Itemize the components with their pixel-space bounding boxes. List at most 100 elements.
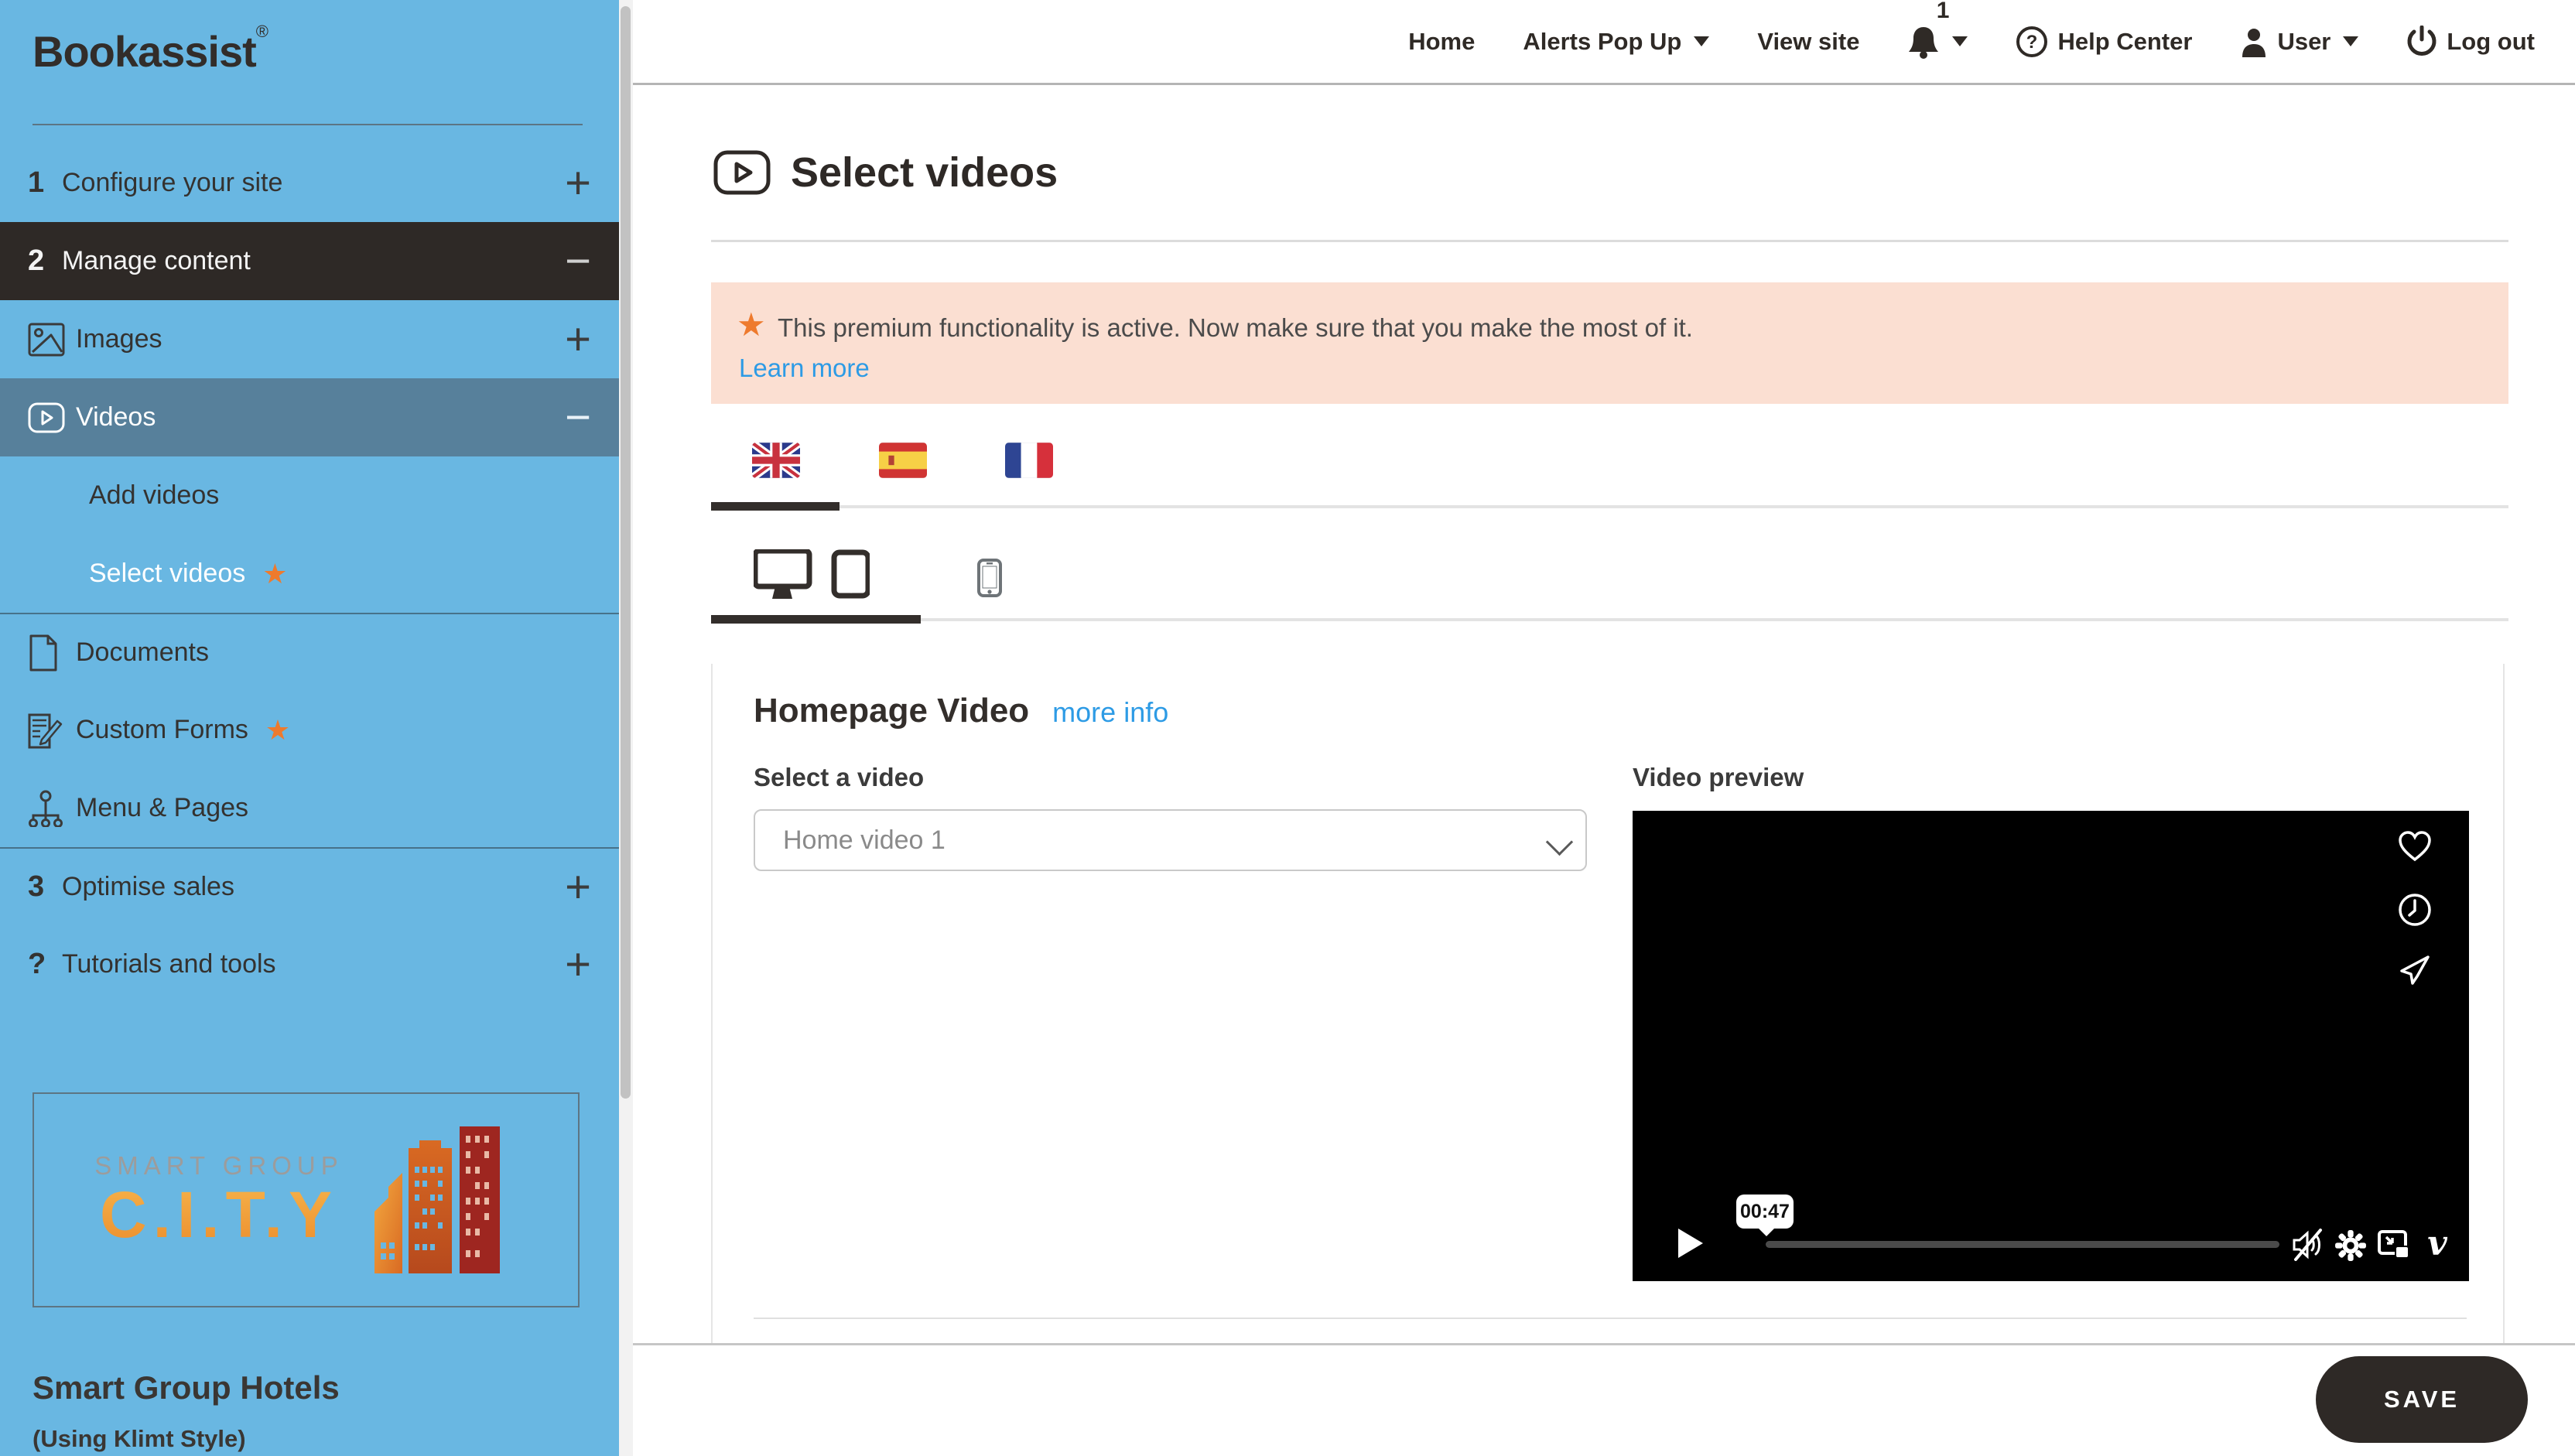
sidebar-item-label: Manage content (62, 246, 565, 276)
like-heart-icon[interactable] (2397, 830, 2433, 864)
progress-bar[interactable] (1766, 1241, 2279, 1248)
sidebar-item-label: Optimise sales (62, 872, 565, 902)
desktop-icon (755, 551, 809, 599)
plus-icon[interactable]: + (565, 942, 591, 987)
svg-text:v: v (2427, 1229, 2447, 1261)
sidebar-item-label: Select videos (89, 559, 245, 589)
video-player[interactable]: 00:47 (1633, 811, 2469, 1281)
minus-icon[interactable]: − (565, 239, 591, 284)
document-icon (28, 634, 76, 672)
nav-label: View site (1757, 28, 1859, 56)
nav-user-menu[interactable]: User (2240, 26, 2358, 57)
nav-view-site[interactable]: View site (1757, 28, 1859, 56)
nav-help-center[interactable]: ? Help Center (2016, 26, 2192, 58)
settings-gear-icon[interactable] (2334, 1229, 2367, 1262)
sidebar-item-videos[interactable]: Videos − (0, 378, 619, 456)
device-tab-active-indicator (711, 615, 921, 624)
sidebar-item-label: Images (76, 324, 565, 354)
brand-divider (32, 124, 583, 125)
play-button[interactable] (1677, 1227, 1705, 1259)
plus-icon[interactable]: + (565, 317, 591, 362)
sidebar-item-images[interactable]: Images + (0, 300, 619, 378)
nav-label: Log out (2447, 28, 2535, 56)
city-buildings-graphic (374, 1126, 518, 1273)
chevron-down-icon (1694, 36, 1709, 46)
save-button[interactable]: SAVE (2316, 1356, 2528, 1443)
premium-star-icon: ★ (262, 558, 287, 590)
item-number: ? (28, 948, 62, 981)
video-select-dropdown[interactable]: Home video 1 (754, 809, 1587, 871)
nav-logout[interactable]: Log out (2406, 26, 2535, 58)
sidebar-item-label: Menu & Pages (76, 793, 591, 823)
sidebar-item-select-videos[interactable]: Select videos ★ (0, 535, 619, 613)
sidebar-item-label: Documents (76, 637, 591, 668)
nav-label: Home (1408, 28, 1475, 56)
video-play-icon (713, 150, 771, 195)
images-icon (28, 323, 76, 357)
sidebar-item-label: Videos (76, 402, 565, 432)
french-flag (1005, 443, 1053, 478)
language-tab-french[interactable] (1005, 443, 1053, 478)
nav-notifications[interactable]: 1 (1907, 24, 1968, 60)
nav-label: User (2277, 28, 2330, 56)
bookassist-admin-page: Bookassist® 1 Configure your site + 2 Ma… (0, 0, 2575, 1456)
nav-label: Alerts Pop Up (1523, 28, 1681, 56)
scrollbar-thumb[interactable] (621, 6, 631, 1099)
sidebar-item-label: Add videos (89, 480, 591, 511)
sidebar-item-tutorials-and-tools[interactable]: ? Tutorials and tools + (0, 925, 619, 1003)
sidebar-item-documents[interactable]: Documents (0, 613, 619, 691)
premium-star-icon: ★ (265, 714, 290, 747)
language-tab-spanish[interactable] (879, 443, 927, 478)
device-tab-desktop-tablet[interactable] (754, 549, 870, 607)
time-text: 00:47 (1740, 1201, 1790, 1223)
share-icon[interactable] (2397, 954, 2433, 988)
language-tab-english[interactable] (752, 443, 800, 478)
select-video-label: Select a video (754, 763, 924, 792)
sidebar: Bookassist® 1 Configure your site + 2 Ma… (0, 0, 619, 1456)
more-info-link[interactable]: more info (1052, 696, 1168, 729)
vimeo-logo-icon[interactable]: v (2420, 1229, 2454, 1261)
item-number: 1 (28, 166, 62, 200)
hotel-name: Smart Group Hotels (32, 1369, 340, 1406)
minus-icon[interactable]: − (565, 395, 591, 440)
svg-text:?: ? (2026, 32, 2038, 53)
watch-later-clock-icon[interactable] (2397, 892, 2433, 928)
sidebar-item-label: Custom Forms (76, 715, 248, 745)
item-number: 3 (28, 870, 62, 904)
volume-muted-icon[interactable] (2289, 1229, 2325, 1261)
learn-more-link[interactable]: Learn more (739, 354, 870, 383)
sidebar-item-manage-content[interactable]: 2 Manage content − (0, 222, 619, 300)
language-tab-active-indicator (711, 502, 840, 511)
page-title-row: Select videos (713, 149, 1058, 197)
nav-home[interactable]: Home (1408, 28, 1475, 56)
plus-icon[interactable]: + (565, 161, 591, 206)
device-tab-mobile[interactable] (977, 559, 1002, 601)
picture-in-picture-icon[interactable] (2377, 1229, 2411, 1260)
premium-star-icon: ★ (737, 306, 766, 343)
language-tab-track (840, 505, 2508, 508)
registered-mark: ® (256, 22, 268, 41)
nav-alerts-popup[interactable]: Alerts Pop Up (1523, 28, 1709, 56)
sidebar-item-configure-your-site[interactable]: 1 Configure your site + (0, 144, 619, 222)
bookassist-logo: Bookassist® (32, 22, 268, 77)
chevron-down-icon (2343, 36, 2358, 46)
english-flag (752, 443, 800, 478)
footer-divider (633, 1343, 2575, 1345)
title-divider (711, 240, 2508, 242)
user-icon (2240, 26, 2268, 57)
sidebar-scrollbar[interactable] (619, 0, 633, 1456)
help-icon: ? (2016, 26, 2048, 58)
page-title: Select videos (791, 149, 1058, 197)
sidebar-item-custom-forms[interactable]: Custom Forms ★ (0, 691, 619, 769)
sidebar-item-add-videos[interactable]: Add videos (0, 456, 619, 535)
custom-forms-icon (28, 712, 76, 749)
device-tab-track (921, 618, 2508, 621)
sidebar-item-optimise-sales[interactable]: 3 Optimise sales + (0, 847, 619, 925)
sidebar-item-label: Configure your site (62, 168, 565, 198)
plus-icon[interactable]: + (565, 865, 591, 910)
premium-banner: ★ This premium functionality is active. … (711, 282, 2508, 404)
spanish-flag (879, 443, 927, 478)
section-heading: Homepage Video (754, 692, 1029, 730)
sidebar-item-menu-pages[interactable]: Menu & Pages (0, 769, 619, 847)
bell-icon (1907, 24, 1940, 60)
